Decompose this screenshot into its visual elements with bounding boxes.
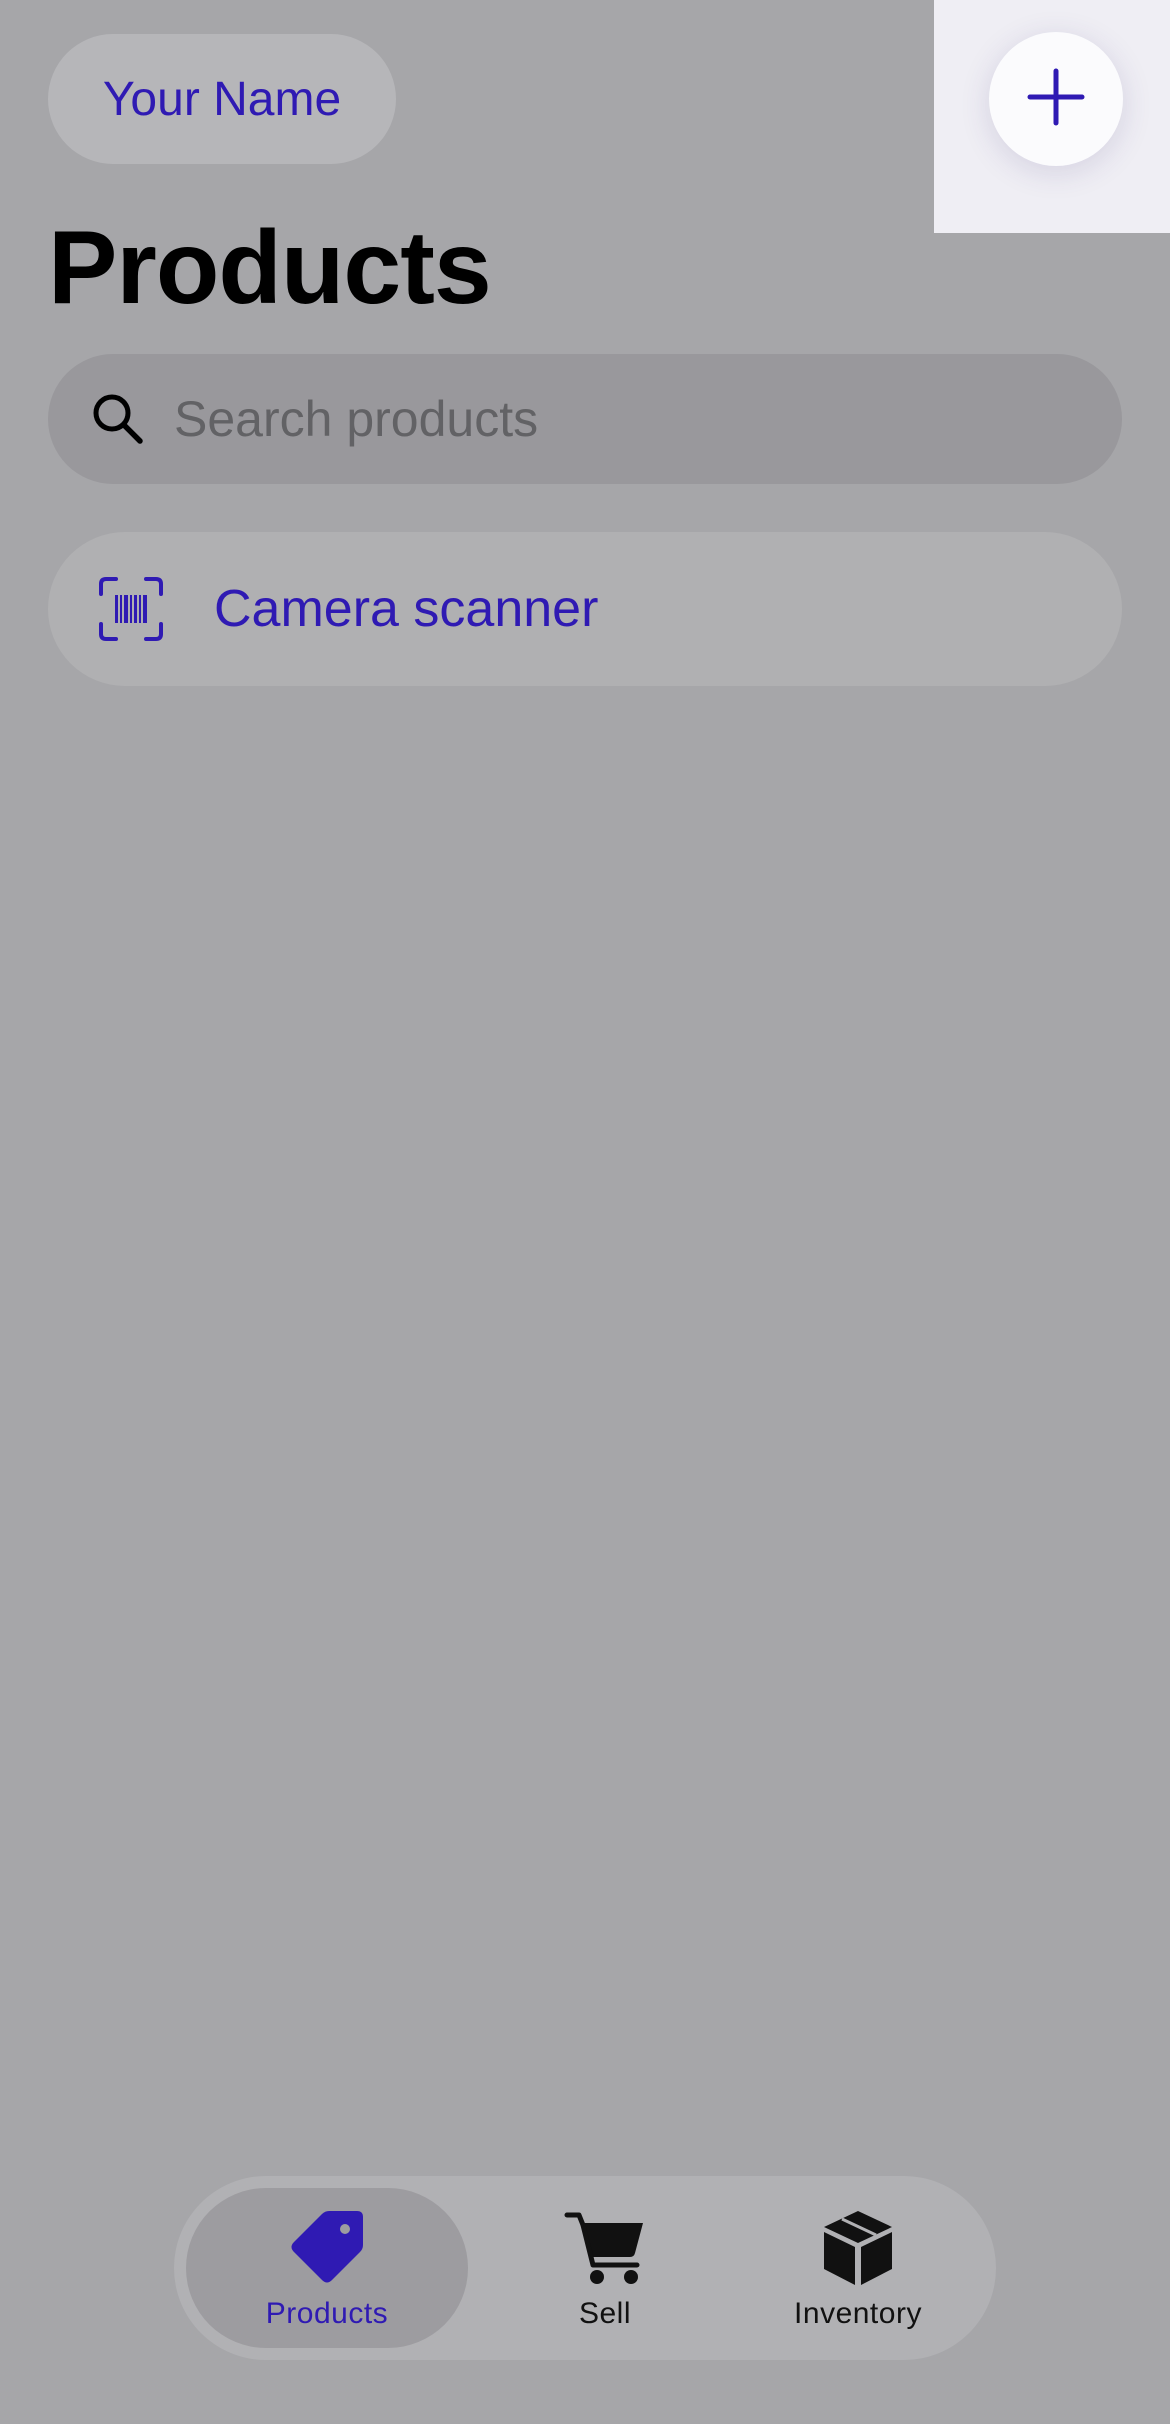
tab-inventory-label: Inventory: [794, 2297, 922, 2330]
cart-icon: [563, 2205, 647, 2289]
add-product-button[interactable]: [989, 32, 1123, 166]
camera-scanner-button[interactable]: Camera scanner: [48, 532, 1122, 686]
search-input[interactable]: [174, 379, 1074, 459]
tag-icon: [285, 2205, 369, 2289]
account-name-label: Your Name: [102, 72, 342, 126]
tab-sell[interactable]: Sell: [490, 2188, 720, 2348]
tab-products[interactable]: Products: [186, 2188, 468, 2348]
search-bar[interactable]: [48, 354, 1122, 484]
box-icon: [816, 2205, 900, 2289]
account-name-button[interactable]: Your Name: [48, 34, 396, 164]
search-icon: [88, 389, 148, 449]
barcode-scanner-icon: [98, 576, 164, 642]
tab-sell-label: Sell: [578, 2297, 632, 2330]
bottom-tab-bar: Products Sell Inventory: [174, 2176, 996, 2360]
page-title: Products: [48, 210, 492, 326]
plus-icon: [1026, 67, 1086, 132]
camera-scanner-label: Camera scanner: [214, 580, 599, 638]
tab-products-label: Products: [265, 2297, 389, 2330]
tab-inventory[interactable]: Inventory: [734, 2188, 982, 2348]
